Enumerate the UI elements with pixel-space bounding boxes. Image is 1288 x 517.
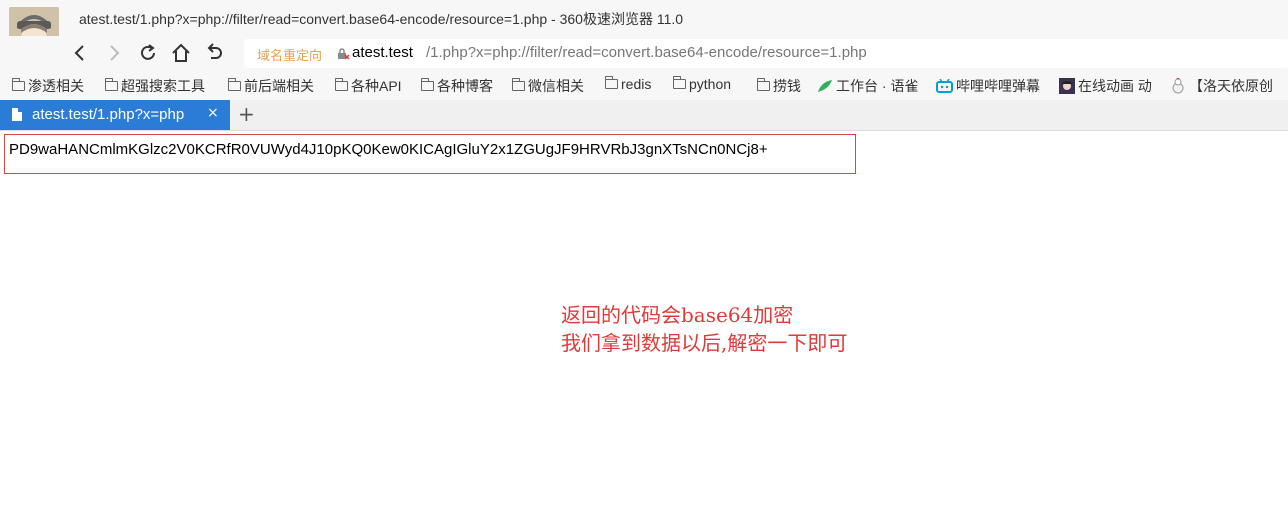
bookmark-item[interactable]: python — [673, 76, 731, 92]
url-host: atest.test — [352, 44, 413, 61]
folder-icon — [512, 78, 525, 91]
chevron-right-icon — [110, 45, 120, 61]
back-button[interactable] — [68, 41, 92, 65]
bookmark-item[interactable]: 微信相关 — [512, 76, 584, 96]
bookmark-item[interactable]: 各种API — [335, 76, 402, 96]
new-tab-button[interactable]: + — [238, 102, 255, 126]
bookmark-item[interactable]: 前后端相关 — [228, 76, 314, 96]
folder-icon — [12, 78, 25, 91]
reload-icon — [141, 44, 155, 60]
folder-icon — [335, 78, 348, 91]
annotation-note: 返回的代码会base64加密 我们拿到数据以后,解密一下即可 — [561, 301, 847, 357]
bookmark-item[interactable]: 超强搜索工具 — [105, 76, 205, 96]
bilibili-icon — [936, 79, 953, 93]
folder-icon — [421, 78, 434, 91]
bookmark-item[interactable]: 渗透相关 — [12, 76, 84, 96]
anime-icon — [1059, 78, 1075, 94]
folder-icon — [673, 76, 686, 89]
redirect-indicator[interactable]: 域名重定向 — [257, 45, 322, 64]
nav-bar: 域名重定向 atest.test /1.php?x=php://filter/r… — [0, 36, 1288, 71]
address-bar[interactable]: 域名重定向 atest.test /1.php?x=php://filter/r… — [244, 39, 1288, 68]
forward-button[interactable] — [102, 41, 126, 65]
bookmark-item[interactable]: 各种博客 — [421, 76, 493, 96]
title-bar: atest.test/1.php?x=php://filter/read=con… — [0, 0, 1288, 57]
annotation-line-2: 我们拿到数据以后,解密一下即可 — [561, 331, 848, 355]
tab-active[interactable]: atest.test/1.php?x=php × — [0, 100, 230, 130]
insecure-lock-icon[interactable] — [336, 47, 350, 61]
folder-icon — [105, 78, 118, 91]
base64-output: PD9waHANCmlmKGlzc2V0KCRfR0VUWyd4J10pKQ0K… — [9, 141, 768, 158]
bookmarks-bar: 渗透相关 超强搜索工具 前后端相关 各种API 各种博客 微信相关 redis … — [0, 71, 1288, 100]
bookmark-item[interactable]: redis — [605, 76, 651, 92]
tab-bar: atest.test/1.php?x=php × + — [0, 100, 1288, 131]
url-path: /1.php?x=php://filter/read=convert.base6… — [426, 44, 867, 61]
folder-icon — [605, 76, 618, 89]
chevron-left-icon — [74, 45, 84, 61]
chicken-icon — [1172, 78, 1184, 94]
bookmark-item[interactable]: 捞钱 — [757, 76, 801, 96]
annotation-line-1: 返回的代码会base64加密 — [561, 303, 794, 327]
home-icon — [172, 43, 190, 62]
bookmark-item[interactable]: 哔哩哔哩弹幕 — [936, 76, 1040, 96]
page-content: PD9waHANCmlmKGlzc2V0KCRfR0VUWyd4J10pKQ0K… — [0, 131, 1288, 517]
close-tab-icon[interactable]: × — [207, 105, 219, 121]
bookmark-item[interactable]: 在线动画 动 — [1059, 76, 1152, 96]
highlight-box: PD9waHANCmlmKGlzc2V0KCRfR0VUWyd4J10pKQ0K… — [4, 134, 856, 174]
yuque-icon — [818, 80, 832, 92]
document-icon — [12, 108, 22, 121]
home-button[interactable] — [169, 41, 193, 65]
undo-icon — [207, 43, 222, 59]
reload-button[interactable] — [136, 41, 160, 65]
bookmark-item[interactable]: 【洛天依原创 — [1170, 76, 1273, 96]
folder-icon — [228, 78, 241, 91]
window-title: atest.test/1.php?x=php://filter/read=con… — [79, 11, 684, 27]
undo-close-button[interactable] — [203, 41, 227, 65]
tab-title: atest.test/1.php?x=php — [32, 106, 185, 123]
folder-icon — [757, 78, 770, 91]
bookmark-item[interactable]: 工作台 · 语雀 — [817, 76, 918, 96]
